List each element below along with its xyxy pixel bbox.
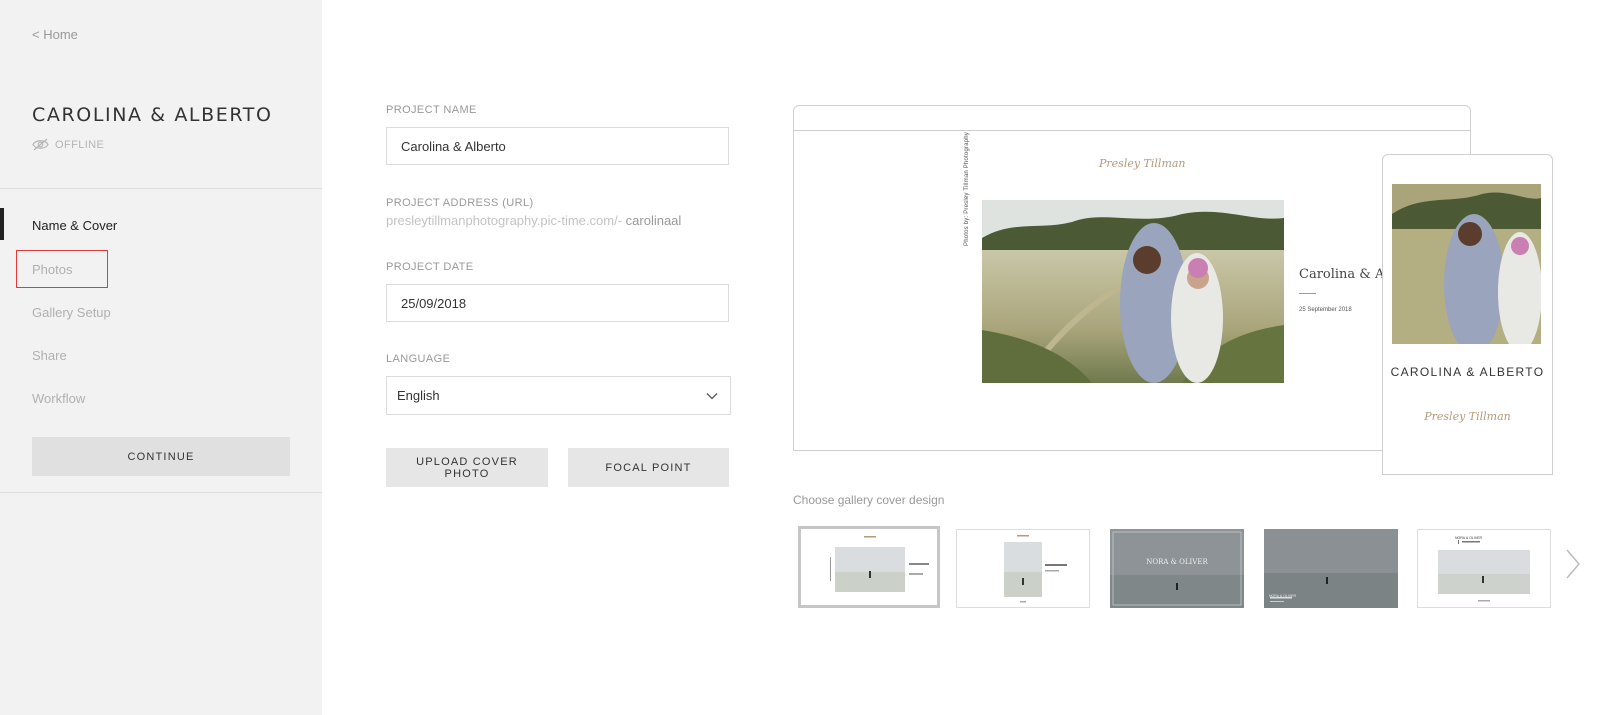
nav-item-workflow[interactable]: Workflow	[32, 391, 85, 406]
desktop-rule	[1299, 293, 1316, 294]
sidebar: < Home CAROLINA & ALBERTO OFFLINE Name &…	[0, 0, 322, 715]
focal-point-button[interactable]: FOCAL POINT	[568, 448, 729, 487]
chevron-right-icon[interactable]	[1565, 548, 1581, 580]
nav-item-share[interactable]: Share	[32, 348, 67, 363]
project-date-label: PROJECT DATE	[386, 261, 474, 273]
project-name-input[interactable]	[386, 127, 729, 165]
thumb-5-names: NORA & OLIVER	[1455, 536, 1483, 540]
nav-item-gallery-setup[interactable]: Gallery Setup	[32, 305, 111, 320]
browser-bar	[794, 130, 1470, 131]
project-url-label: PROJECT ADDRESS (URL)	[386, 197, 534, 209]
cover-photo	[982, 200, 1284, 383]
thumb-4-names: NORA & OLIVER	[1269, 594, 1297, 598]
project-date-input[interactable]	[386, 284, 729, 322]
mobile-couple-names: CAROLINA & ALBERTO	[1390, 365, 1545, 379]
desktop-date: 25 September 2018	[1299, 307, 1352, 313]
eye-slash-icon	[32, 138, 49, 151]
language-select[interactable]: English	[386, 376, 731, 415]
mobile-cover-photo	[1392, 184, 1541, 344]
desktop-preview: Presley Tillman Photos by: Presley Tillm…	[793, 105, 1471, 451]
design-picker-label: Choose gallery cover design	[793, 493, 945, 507]
project-title: CAROLINA & ALBERTO	[32, 104, 273, 126]
chevron-down-icon	[706, 392, 718, 399]
thumb-3-names: NORA & OLIVER	[1146, 558, 1208, 566]
upload-cover-photo-button[interactable]: UPLOAD COVER PHOTO	[386, 448, 548, 487]
language-label: LANGUAGE	[386, 353, 451, 365]
home-link[interactable]: < Home	[32, 27, 78, 42]
nav-item-name-cover[interactable]: Name & Cover	[32, 218, 117, 233]
status-label: OFFLINE	[55, 138, 105, 151]
continue-button[interactable]: CONTINUE	[32, 437, 290, 476]
design-thumb-2[interactable]	[956, 529, 1090, 608]
url-slug-input[interactable]: carolinaal	[626, 213, 682, 228]
brand-logo: Presley Tillman	[1099, 157, 1186, 170]
status-badge: OFFLINE	[32, 138, 104, 151]
design-thumb-5[interactable]	[1417, 529, 1551, 608]
design-thumb-3[interactable]	[1110, 529, 1244, 608]
sidebar-divider	[0, 188, 322, 189]
sidebar-divider-bottom	[0, 492, 322, 493]
project-name-label: PROJECT NAME	[386, 104, 477, 116]
photo-credit: Photos by: Presley Tillman Photography	[964, 132, 970, 246]
language-value: English	[397, 388, 440, 403]
photos-highlight-box	[16, 250, 108, 288]
mobile-preview: CAROLINA & ALBERTO Presley Tillman	[1382, 154, 1553, 475]
project-url: presleytillmanphotography.pic-time.com/-…	[386, 213, 681, 228]
active-indicator	[0, 208, 4, 240]
design-thumb-1[interactable]	[798, 526, 940, 608]
mobile-brand-logo: Presley Tillman	[1424, 410, 1511, 423]
url-prefix: presleytillmanphotography.pic-time.com/-	[386, 213, 623, 228]
